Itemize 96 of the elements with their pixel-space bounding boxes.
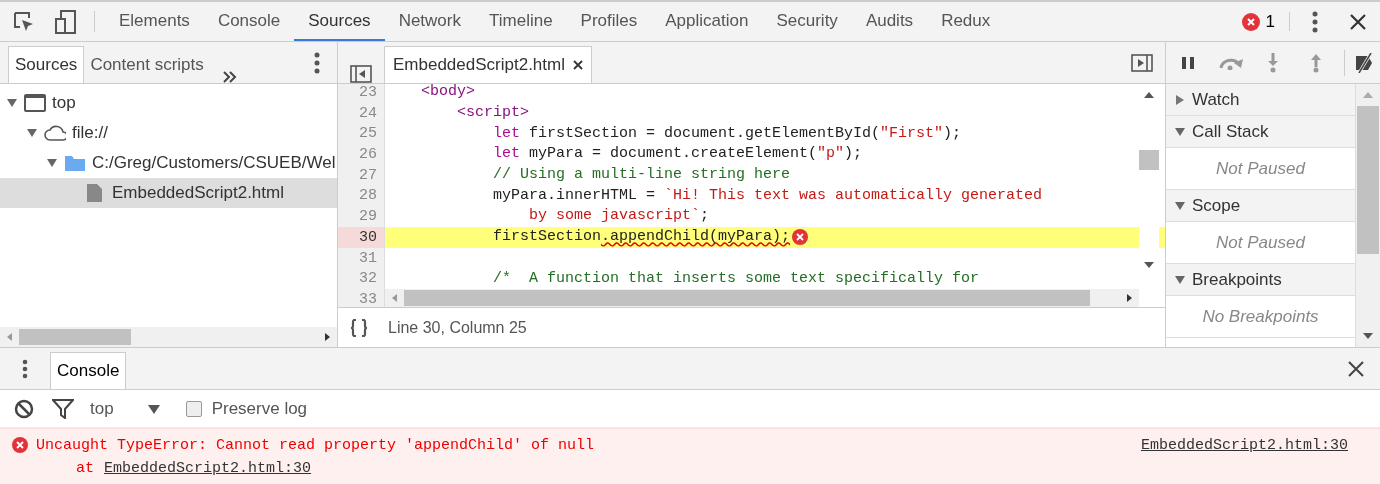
line-number: 31 (358, 248, 378, 269)
context-label: top (90, 397, 114, 420)
panel-tab[interactable]: Network (384, 2, 475, 41)
drawer-tab[interactable]: Console (50, 352, 127, 389)
pane-title: Call Stack (1192, 120, 1269, 143)
code-line: /* A function that inserts some text specifically for (492, 268, 980, 289)
scroll-left-icon (7, 333, 12, 341)
error-icon (1241, 12, 1260, 31)
frame-icon (24, 93, 46, 113)
line-number: 26 (358, 145, 378, 165)
tree-label: top (52, 92, 76, 115)
line-number: 28 (358, 186, 378, 207)
scroll-down-icon (1362, 331, 1374, 341)
dropdown-arrow-icon (147, 403, 160, 414)
braces-icon[interactable] (350, 318, 368, 337)
panel-tab[interactable]: Timeline (475, 2, 567, 41)
scroll-thumb[interactable] (404, 290, 1090, 306)
line-number: 30 (338, 226, 384, 248)
horizontal-scrollbar[interactable] (385, 289, 1139, 307)
line-number: 29 (358, 207, 378, 227)
error-icon (792, 229, 809, 246)
file-tab[interactable]: EmbeddedScript2.html (384, 46, 592, 83)
tree-label: file:// (72, 122, 108, 145)
collapse-arrow-icon (1174, 199, 1186, 212)
error-count[interactable]: 1 (1241, 2, 1285, 41)
code-line: firstSection.appendChild(myPara); (492, 227, 791, 248)
context-select[interactable]: top (90, 395, 160, 422)
collapse-arrow-icon (1174, 273, 1186, 286)
line-number: 23 (358, 84, 378, 103)
pane-header[interactable]: Breakpoints (1166, 264, 1355, 296)
pane-header[interactable]: Call Stack (1166, 116, 1355, 148)
tree-item[interactable]: file:// (0, 118, 337, 148)
code-line: let firstSection = document.getElementById("First"); (492, 123, 962, 144)
code-line: by some javascript`; (528, 206, 710, 227)
cloud-icon (44, 123, 66, 143)
pane-title: Breakpoints (1192, 268, 1282, 291)
tree-label: EmbeddedScript2.html (112, 182, 284, 205)
navigator-tab[interactable]: Content scripts (84, 46, 210, 83)
collapse-arrow-icon (26, 127, 38, 139)
close-icon (573, 60, 583, 70)
folder-icon (64, 153, 86, 173)
panel-tab[interactable]: Profiles (566, 2, 652, 41)
navigator-tab[interactable]: Sources (8, 46, 85, 83)
horizontal-scrollbar[interactable] (0, 327, 337, 347)
preserve-log-checkbox[interactable]: Preserve log (185, 395, 308, 422)
scroll-up-icon (1362, 90, 1374, 100)
collapse-arrow-icon (6, 97, 18, 109)
panel-tab[interactable]: Console (203, 2, 295, 41)
cursor-position: Line 30, Column 25 (388, 317, 527, 338)
code-line: <body> (420, 84, 475, 103)
panel-tab[interactable]: Redux (927, 2, 1005, 41)
panel-tab[interactable]: Elements (105, 2, 204, 41)
panel-tab[interactable]: Application (651, 2, 763, 41)
clear-icon[interactable] (12, 398, 36, 419)
line-number: 32 (358, 269, 378, 289)
error-count-label: 1 (1265, 10, 1275, 33)
line-number: 25 (358, 124, 378, 145)
panel-tab[interactable]: Audits (851, 2, 928, 41)
scroll-up-icon (1143, 90, 1155, 100)
source-link[interactable]: EmbeddedScript2.html:30 (1140, 435, 1348, 458)
code-line: <script> (456, 103, 530, 124)
scroll-right-icon (325, 333, 330, 341)
line-number: 27 (358, 165, 378, 186)
filter-icon (52, 398, 74, 419)
source-link[interactable]: EmbeddedScript2.html:30 (104, 457, 312, 480)
scroll-left-icon (392, 294, 397, 302)
scroll-thumb[interactable] (1357, 106, 1379, 254)
scroll-right-icon (1127, 294, 1132, 302)
expand-arrow-icon (1174, 93, 1186, 106)
tree-label: C:/Greg/Customers/CSUEB/Wel (92, 152, 336, 175)
line-number: 33 (358, 289, 378, 307)
pane-header[interactable]: Scope (1166, 190, 1355, 222)
stack-at: at (76, 458, 94, 479)
error-message: Uncaught TypeError: Cannot read property 'appendChild' of null (36, 436, 596, 456)
pane-title: Scope (1192, 194, 1241, 217)
code-line: // Using a multi-line string here (492, 165, 791, 186)
collapse-arrow-icon (46, 157, 58, 169)
scroll-down-icon (1143, 260, 1155, 270)
panel-tab[interactable]: Security (762, 2, 852, 41)
file-tab-label: EmbeddedScript2.html (393, 54, 565, 77)
tree-item[interactable]: top (0, 88, 337, 118)
tree-item[interactable]: C:/Greg/Customers/CSUEB/Wel (0, 148, 337, 178)
code-line: let myPara = document.createElement("p"); (492, 144, 863, 165)
scroll-thumb[interactable] (19, 329, 131, 345)
preserve-log-label: Preserve log (211, 397, 308, 420)
pane-header[interactable]: Watch (1166, 84, 1355, 116)
clear-icon (14, 398, 34, 419)
scroll-thumb[interactable] (1139, 150, 1159, 170)
vertical-scrollbar[interactable] (1356, 84, 1380, 347)
collapse-arrow-icon (1174, 125, 1186, 138)
error-icon (12, 437, 28, 453)
pane-message: No Breakpoints (1166, 296, 1355, 338)
pane-title: Watch (1192, 88, 1240, 111)
code-line: myPara.innerHTML = `Hi! This text was automatically generated (492, 185, 1043, 206)
tree-item[interactable]: EmbeddedScript2.html (0, 178, 337, 208)
line-number: 24 (358, 103, 378, 124)
